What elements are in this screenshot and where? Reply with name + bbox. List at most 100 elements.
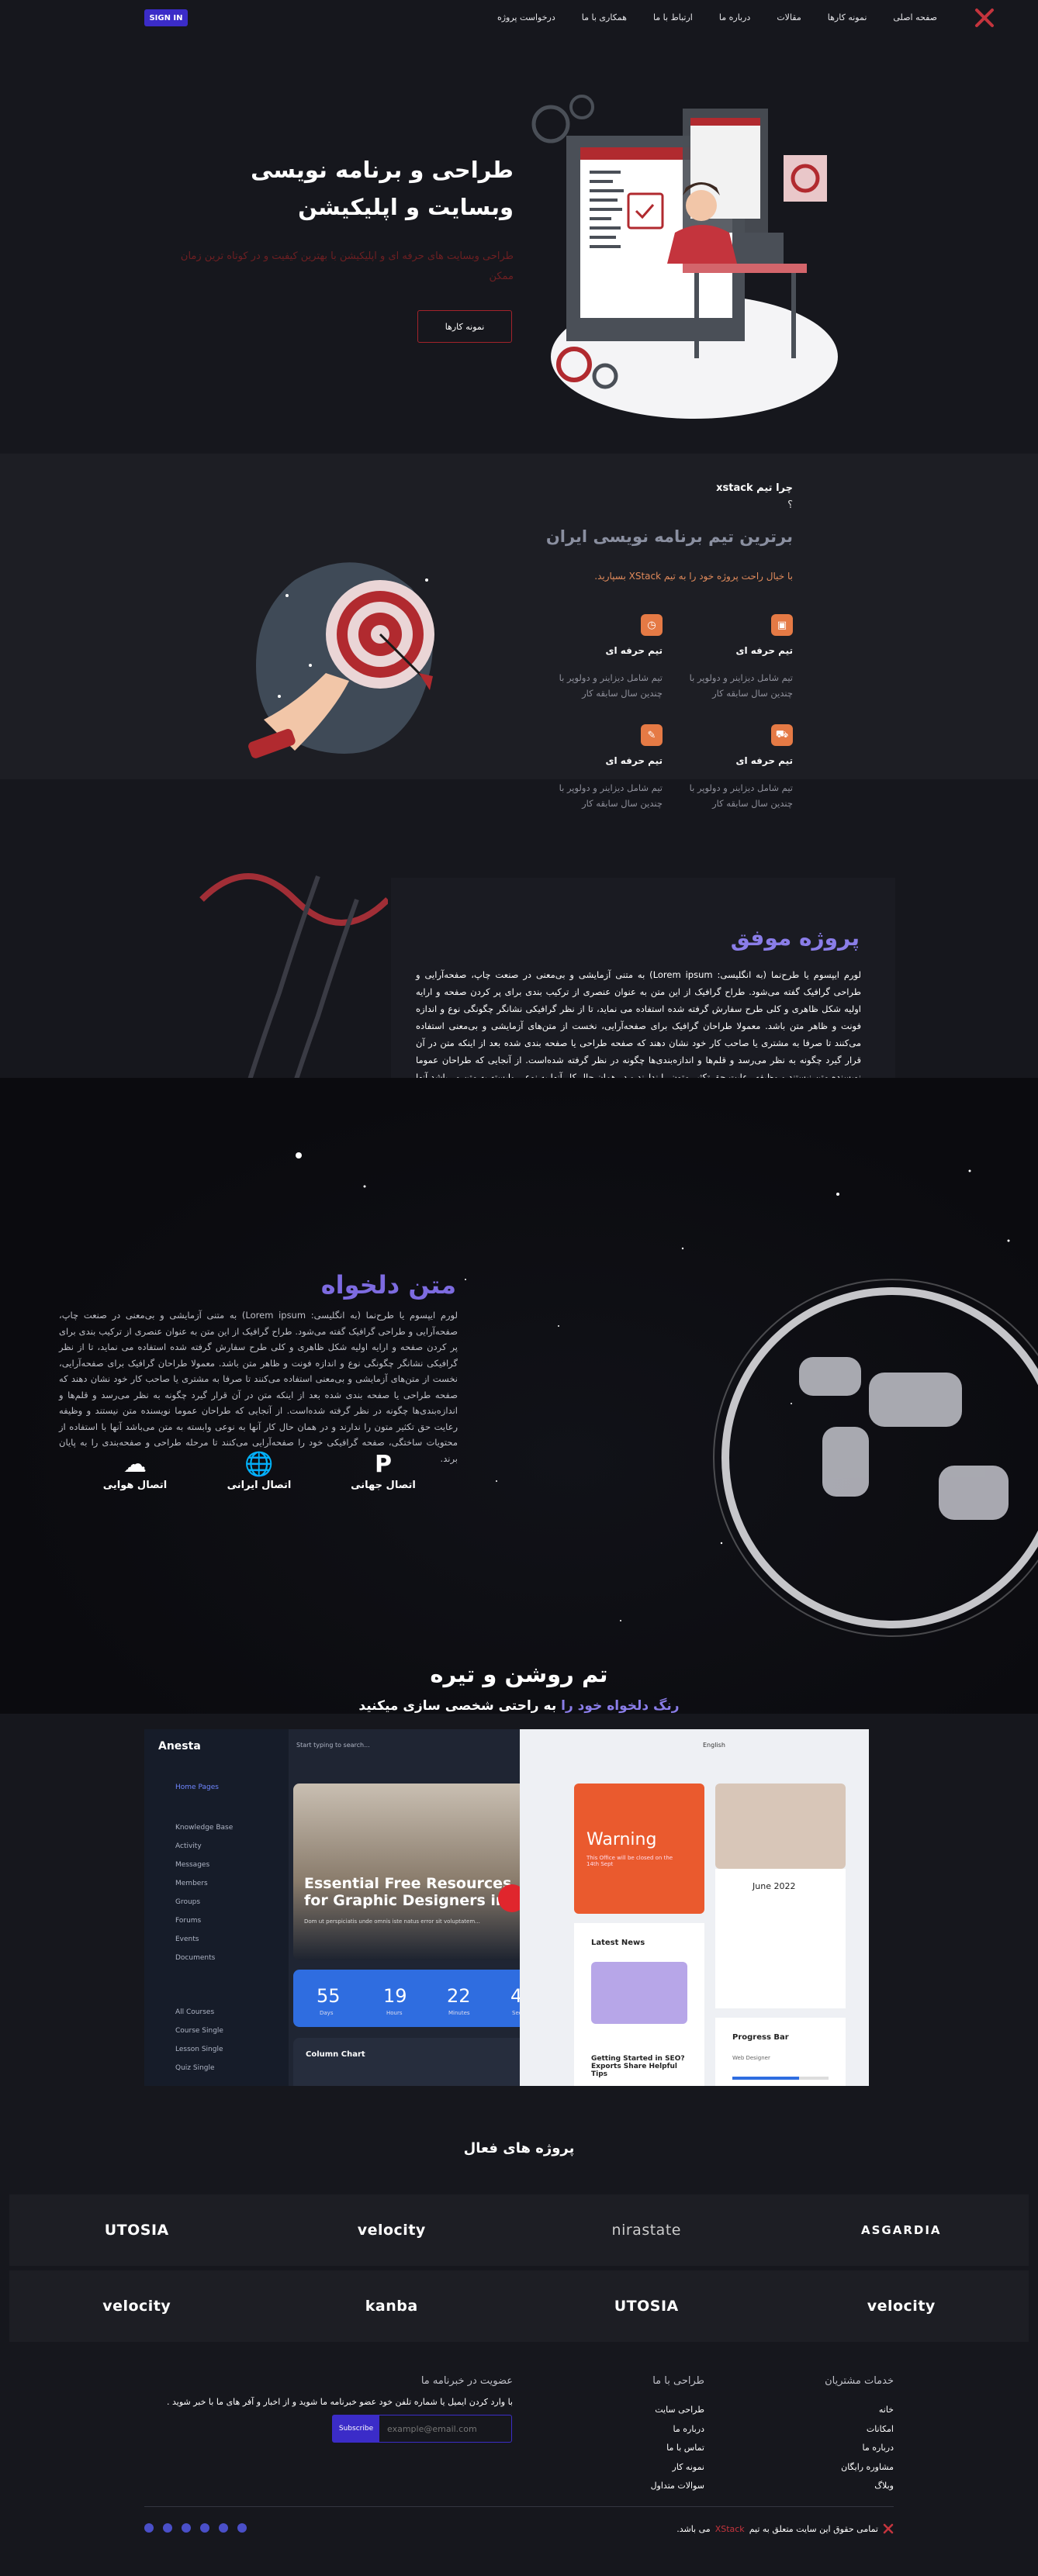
sidebar-item[interactable]: Members (175, 1880, 208, 1887)
nav-link-request[interactable]: درخواست پروژه (497, 12, 555, 22)
theme-title: تم روشن و تیره (430, 1661, 608, 1687)
footer-link[interactable]: تماس با ما (651, 2439, 704, 2458)
signin-button[interactable]: SIGN IN (144, 9, 188, 26)
developer-illustration (531, 95, 838, 419)
connection-label: اتصال جهانی (351, 1480, 416, 1491)
success-title: پروژه موفق (730, 925, 860, 951)
mockup-brand: Anesta (158, 1740, 201, 1752)
xstack-logo-icon[interactable] (974, 8, 995, 28)
client-logo[interactable]: UTOSIA (519, 2270, 774, 2342)
countdown-minutes-label: Minutes (448, 2010, 470, 2016)
instagram-icon[interactable] (219, 2523, 228, 2533)
sidebar-item[interactable]: Lesson Single (175, 2046, 223, 2053)
youtube-icon[interactable] (182, 2523, 191, 2533)
feature-card: ✎ تیم حرفه ای تیم شامل دیزاینر و دولوپر … (546, 724, 663, 811)
connection-label: اتصال ایرانی (227, 1480, 292, 1491)
email-input[interactable] (379, 2415, 511, 2442)
sidebar-item[interactable]: Groups (175, 1898, 200, 1906)
client-logo[interactable]: UTOSIA (9, 2194, 265, 2266)
theme-subtitle: رنگ دلخواه خود را به راحتی شخصی سازی میک… (0, 1698, 1038, 1714)
xstack-logo-icon (883, 2523, 894, 2534)
countdown-days-label: Days (320, 2010, 334, 2016)
footer-link[interactable]: امکانات (825, 2420, 894, 2440)
sidebar-item[interactable]: Course Single (175, 2027, 223, 2035)
news-headline[interactable]: Getting Started in SEO? Exports Share He… (591, 2055, 687, 2078)
sidebar-item[interactable]: Knowledge Base (175, 1824, 233, 1832)
copyright: تمامی حقوق این سایت متعلق به تیم XStack … (676, 2523, 894, 2534)
footer-link[interactable]: درباره ما (825, 2439, 894, 2458)
why-title: برترین تیم برنامه نویسی ایران (545, 527, 793, 546)
language-select[interactable]: English (703, 1742, 725, 1749)
nav-link-home[interactable]: صفحه اصلی (893, 12, 937, 22)
feature-desc: تیم شامل دیزاینر و دولوپر با چندین سال س… (689, 782, 793, 809)
custom-text-body: لورم ایپسوم یا طرح‌نما (به انگلیسی: Lore… (59, 1310, 458, 1464)
sidebar-item[interactable]: Activity (175, 1842, 202, 1850)
connection-label: اتصال هوایی (102, 1480, 168, 1491)
nav-link-about[interactable]: درباره ما (719, 12, 750, 22)
nav-link-articles[interactable]: مقالات (777, 12, 801, 22)
copyright-brand[interactable]: XStack (715, 2524, 745, 2534)
sidebar-item[interactable]: Events (175, 1935, 199, 1943)
footer-col-customer: خدمات مشتریان خانه امکانات درباره ما مشا… (825, 2375, 894, 2496)
footer-link[interactable]: سوالات متداول (651, 2477, 704, 2496)
footer-link[interactable]: خانه (825, 2401, 894, 2420)
copyright-post: می باشد. (676, 2523, 711, 2534)
nav-link-cooperate[interactable]: همکاری با ما (582, 12, 627, 22)
sidebar-item[interactable]: Forums (175, 1917, 201, 1925)
feature-title: تیم حرفه ای (735, 645, 793, 656)
progress-card (715, 2018, 846, 2086)
feature-desc: تیم شامل دیزاینر و دولوپر با چندین سال س… (689, 672, 793, 699)
sidebar-item[interactable]: Messages (175, 1861, 209, 1869)
client-logo[interactable]: kanba (265, 2270, 520, 2342)
footer-link[interactable]: طراحی سایت (651, 2401, 704, 2420)
copyright-pre: تمامی حقوق این سایت متعلق به تیم (749, 2523, 878, 2534)
countdown-hours-label: Hours (386, 2010, 403, 2016)
progress-fill (732, 2077, 799, 2080)
nav-links: صفحه اصلی نمونه کارها مقالات درباره ما ا… (497, 12, 937, 22)
countdown-minutes: 22 (447, 1985, 471, 2007)
theme-subtitle-rest: به راحتی شخصی سازی میکنید (358, 1698, 557, 1714)
nav-link-portfolio[interactable]: نمونه کارها (828, 12, 867, 22)
portfolio-button[interactable]: نمونه کارها (417, 310, 512, 343)
countdown-hours: 19 (383, 1985, 407, 2007)
sidebar-item[interactable]: Home Pages (175, 1784, 219, 1791)
sidebar-item[interactable]: All Courses (175, 2008, 214, 2016)
nav-link-contact[interactable]: ارتباط با ما (653, 12, 693, 22)
client-logo[interactable]: nirastate (519, 2194, 774, 2266)
footer-link[interactable]: مشاوره رایگان (825, 2458, 894, 2478)
feature-desc: تیم شامل دیزاینر و دولوپر با چندین سال س… (559, 782, 663, 809)
client-logo[interactable]: velocity (774, 2270, 1029, 2342)
feature-desc: تیم شامل دیزاینر و دولوپر با چندین سال س… (559, 672, 663, 699)
mockup-search[interactable]: Start typing to search... (296, 1742, 370, 1749)
client-logo[interactable]: ASGARDIA (774, 2194, 1029, 2266)
logos-row: velocity kanba UTOSIA velocity (9, 2270, 1029, 2342)
connection-item: 🌐 اتصال ایرانی (213, 1450, 306, 1491)
linkedin-icon[interactable] (163, 2523, 172, 2533)
connection-item: P اتصال جهانی (337, 1450, 430, 1491)
why-section (0, 454, 1038, 779)
facebook-icon[interactable] (200, 2523, 209, 2533)
footer-link[interactable]: نمونه کار (651, 2458, 704, 2478)
feature-card: ◷ تیم حرفه ای تیم شامل دیزاینر و دولوپر … (546, 614, 663, 701)
footer-link[interactable]: وبلاگ (825, 2477, 894, 2496)
client-logo[interactable]: velocity (9, 2270, 265, 2342)
telegram-icon[interactable] (144, 2523, 154, 2533)
cart-icon: ⛟ (771, 724, 793, 746)
client-logo[interactable]: velocity (265, 2194, 520, 2266)
footer-link[interactable]: درباره ما (651, 2420, 704, 2440)
custom-text-title: متن دلخواه (320, 1270, 456, 1300)
feature-card: ▣ تیم حرفه ای تیم شامل دیزاینر و دولوپر … (676, 614, 793, 701)
clock-icon: ◷ (641, 614, 663, 636)
hero-subtitle: طراحی وبسایت های حرفه ای و اپلیکیشن با ب… (180, 250, 514, 282)
edit-icon: ✎ (641, 724, 663, 746)
twitter-icon[interactable] (237, 2523, 247, 2533)
newsletter-title: عضویت در خبرنامه ما (420, 2375, 513, 2387)
briefcase-icon: ▣ (771, 614, 793, 636)
progress-item: Web Designer (732, 2055, 770, 2061)
theme-subtitle-accent: رنگ دلخواه خود را (561, 1698, 680, 1714)
sidebar-item[interactable]: Quiz Single (175, 2064, 215, 2072)
resources-card-sub: Dom ut perspiciatis unde omnis iste natu… (304, 1918, 480, 1925)
subscribe-button[interactable]: Subscribe (333, 2415, 379, 2442)
newsletter-form: Subscribe (332, 2415, 512, 2443)
sidebar-item[interactable]: Documents (175, 1954, 215, 1962)
